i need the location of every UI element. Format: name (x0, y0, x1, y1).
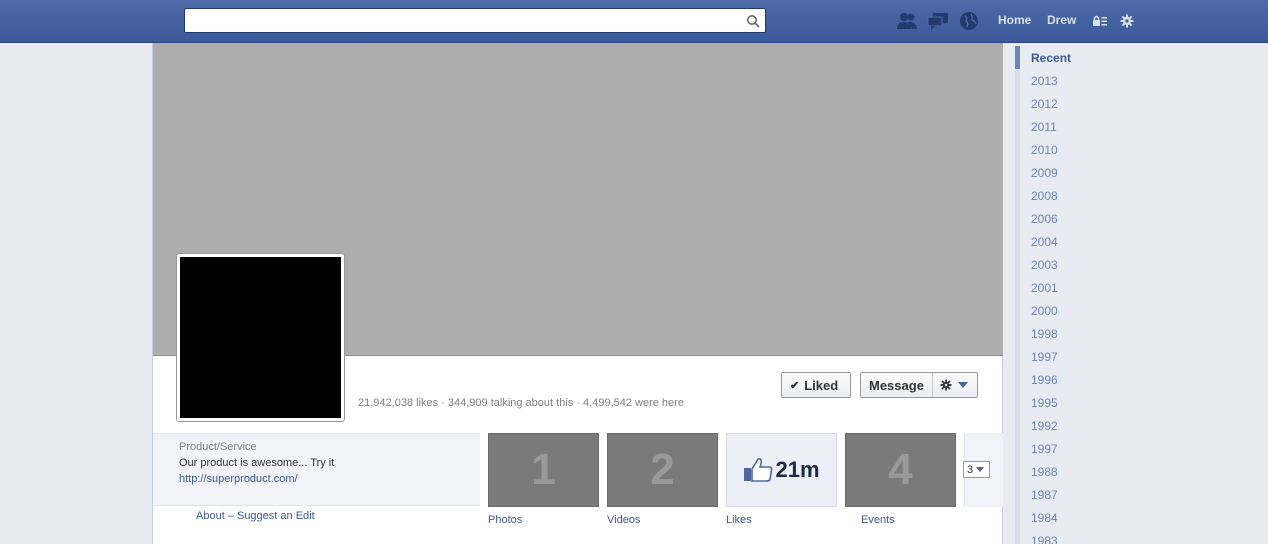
more-apps-button[interactable]: 3 (963, 461, 990, 478)
likes-label[interactable]: Likes (726, 514, 752, 526)
page-website-link[interactable]: http://superproduct.com/ (179, 473, 298, 485)
timeline-item-year[interactable]: 1997 (1015, 345, 1115, 368)
message-button[interactable]: Message (861, 373, 933, 397)
profile-picture-image (180, 257, 341, 418)
chevron-down-icon (957, 382, 968, 388)
timeline-item-year[interactable]: 2010 (1015, 138, 1115, 161)
timeline-item-year[interactable]: 1992 (1015, 414, 1115, 437)
timeline-item-year[interactable]: 2006 (1015, 207, 1115, 230)
thumbs-up-icon (744, 457, 773, 482)
search-input[interactable] (185, 9, 765, 32)
timeline-item-year[interactable]: 1995 (1015, 391, 1115, 414)
friend-requests-icon[interactable] (895, 10, 919, 32)
gear-icon (940, 379, 952, 391)
notifications-globe-icon[interactable] (957, 10, 981, 32)
likes-count: 21m (775, 457, 820, 482)
timeline-item-year[interactable]: 2011 (1015, 115, 1115, 138)
profile-picture[interactable] (176, 253, 345, 422)
more-apps-count: 3 (967, 463, 974, 476)
top-bar: Home Drew (0, 0, 1268, 43)
messages-icon[interactable] (926, 10, 950, 32)
photos-tile[interactable]: 1 (488, 433, 599, 507)
videos-tile[interactable]: 2 (607, 433, 718, 507)
message-button-group: Message (860, 372, 978, 398)
timeline-item-year[interactable]: 1987 (1015, 483, 1115, 506)
timeline-item-year[interactable]: 1996 (1015, 368, 1115, 391)
timeline-item-year[interactable]: 1997 (1015, 437, 1115, 460)
page-category: Product/Service (179, 441, 257, 453)
timeline-item-year[interactable]: 2003 (1015, 253, 1115, 276)
timeline-item-year[interactable]: 2004 (1015, 230, 1115, 253)
about-suggest-edit-link[interactable]: About – Suggest an Edit (196, 510, 315, 522)
home-link[interactable]: Home (998, 13, 1031, 27)
checkmark-icon: ✔ (790, 379, 800, 392)
timeline-item-year[interactable]: 1988 (1015, 460, 1115, 483)
timeline-item-year[interactable]: 1984 (1015, 506, 1115, 529)
timeline-item-year[interactable]: 2001 (1015, 276, 1115, 299)
gear-icon[interactable] (1119, 14, 1135, 28)
likes-tile[interactable]: 21m (726, 433, 837, 507)
timeline-item-recent[interactable]: Recent (1015, 46, 1115, 69)
timeline-item-year[interactable]: 1998 (1015, 322, 1115, 345)
page-description: Our product is awesome... Try it (179, 457, 335, 469)
privacy-shortcuts-icon[interactable] (1092, 14, 1108, 28)
page-stats: 21,942,038 likes · 344,909 talking about… (358, 397, 684, 409)
timeline-nav: Recent 2013 2012 2011 2010 2009 2008 2006 2004 20… (1015, 46, 1115, 544)
chevron-down-icon (976, 467, 985, 472)
timeline-item-year[interactable]: 2008 (1015, 184, 1115, 207)
page-settings-dropdown[interactable] (933, 379, 968, 391)
liked-button-label: Liked (804, 377, 839, 393)
events-tile[interactable]: 4 (845, 433, 956, 507)
page-column: 21,942,038 likes · 344,909 talking about… (152, 43, 1003, 544)
events-label[interactable]: Events (861, 514, 895, 526)
search-icon[interactable] (746, 14, 760, 28)
liked-button[interactable]: ✔ Liked (781, 372, 851, 398)
timeline-item-year[interactable]: 2009 (1015, 161, 1115, 184)
search-box[interactable] (184, 8, 766, 33)
timeline-item-year[interactable]: 2012 (1015, 92, 1115, 115)
videos-label[interactable]: Videos (607, 514, 640, 526)
timeline-item-year[interactable]: 1983 (1015, 529, 1115, 544)
page-info-box: Product/Service Our product is awesome..… (153, 433, 480, 506)
timeline-item-year[interactable]: 2000 (1015, 299, 1115, 322)
timeline-item-year[interactable]: 2013 (1015, 69, 1115, 92)
photos-label[interactable]: Photos (488, 514, 522, 526)
profile-link[interactable]: Drew (1047, 13, 1076, 27)
